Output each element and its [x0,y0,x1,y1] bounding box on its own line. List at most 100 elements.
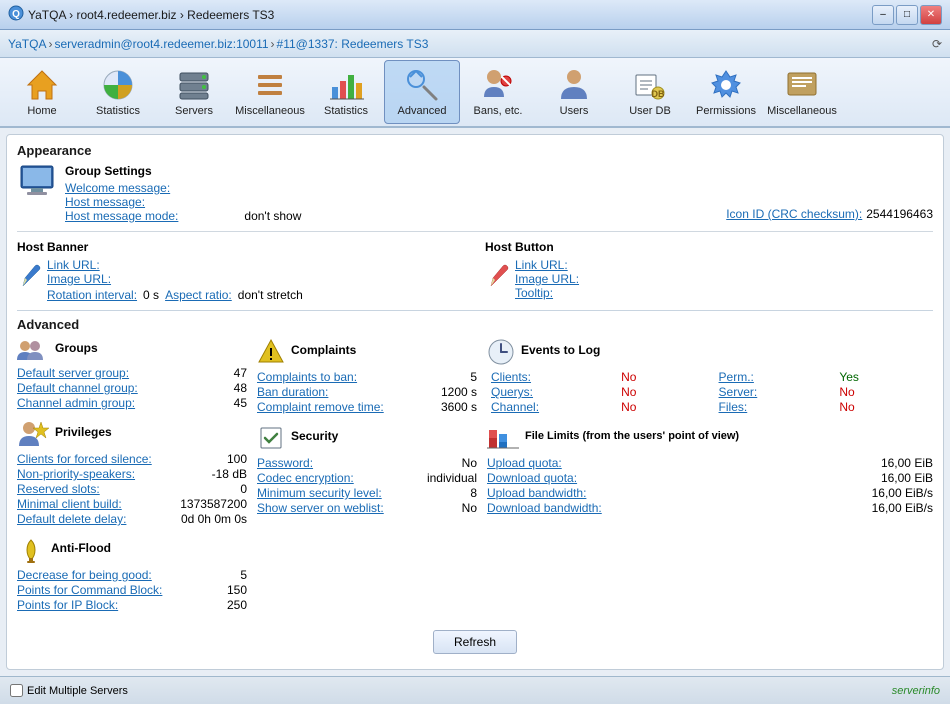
download-bandwidth-link[interactable]: Download bandwidth: [487,501,868,515]
show-weblist-val: No [417,501,477,515]
default-channel-group-link[interactable]: Default channel group: [17,381,183,395]
perm-label[interactable]: Perm.: [719,370,832,384]
file-limits-icon [487,424,519,452]
ban-duration-link[interactable]: Ban duration: [257,385,413,399]
show-weblist-row: Show server on weblist: No [257,501,477,515]
banner-image-url[interactable]: Image URL: [47,272,303,286]
home-label: Home [27,105,56,118]
upload-bandwidth-val: 16,00 EiB/s [872,486,933,500]
min-security-val: 8 [417,486,477,500]
toolbar-misc1[interactable]: Miscellaneous [232,60,308,124]
host-message-mode-link[interactable]: Host message mode: [65,209,178,223]
toolbar-userdb[interactable]: DB User DB [612,60,688,124]
server-label[interactable]: Server: [719,385,832,399]
non-priority-link[interactable]: Non-priority-speakers: [17,467,183,481]
ip-block-row: Points for IP Block: 250 [17,598,247,612]
min-security-link[interactable]: Minimum security level: [257,486,413,500]
cmd-block-link[interactable]: Points for Command Block: [17,583,183,597]
password-row: Password: No [257,456,477,470]
addr-channel[interactable]: #11@1337: Redeemers TS3 [277,37,429,51]
delete-delay-val: 0d 0h 0m 0s [181,512,247,526]
hbtn-link-url[interactable]: Link URL: [515,258,579,272]
codec-enc-link[interactable]: Codec encryption: [257,471,413,485]
minimize-button[interactable]: – [872,5,894,25]
privileges-title: Privileges [55,425,112,439]
forced-silence-link[interactable]: Clients for forced silence: [17,452,183,466]
upload-bandwidth-link[interactable]: Upload bandwidth: [487,486,868,500]
channel-admin-group-link[interactable]: Channel admin group: [17,396,183,410]
minimal-build-row: Minimal client build: 1373587200 [17,497,247,511]
delete-delay-link[interactable]: Default delete delay: [17,512,177,526]
querys-label[interactable]: Querys: [491,385,613,399]
reserved-slots-link[interactable]: Reserved slots: [17,482,183,496]
refresh-button[interactable]: Refresh [433,630,517,654]
minimal-build-link[interactable]: Minimal client build: [17,497,176,511]
banner-pen-icon [17,258,41,297]
welcome-message-link[interactable]: Welcome message: [65,181,301,195]
non-priority-row: Non-priority-speakers: -18 dB [17,467,247,481]
default-server-group-row: Default server group: 47 [17,366,247,380]
complaints-section: Complaints Complaints to ban: 5 Ban dura… [257,338,477,414]
toolbar-bans[interactable]: Bans, etc. [460,60,536,124]
privileges-section: Privileges Clients for forced silence: 1… [17,420,247,526]
channel-admin-group-val: 45 [187,396,247,410]
icon-id-value: 2544196463 [866,207,933,221]
aspect-ratio-link[interactable]: Aspect ratio: [165,288,232,302]
rotation-interval-link[interactable]: Rotation interval: [47,288,137,302]
toolbar-home[interactable]: Home [4,60,80,124]
complaints-title: Complaints [291,343,356,357]
show-weblist-link[interactable]: Show server on weblist: [257,501,413,515]
hbtn-image-url[interactable]: Image URL: [515,272,579,286]
serverinfo-text: serverinfo [892,685,940,697]
complaint-remove-link[interactable]: Complaint remove time: [257,400,413,414]
host-message-link[interactable]: Host message: [65,195,301,209]
host-banner-col: Host Banner Link URL: Image URL: Rotatio… [17,240,465,302]
addr-server[interactable]: serveradmin@root4.redeemer.biz:10011 [54,37,268,51]
cmd-block-row: Points for Command Block: 150 [17,583,247,597]
toolbar-servers[interactable]: Servers [156,60,232,124]
decrease-good-link[interactable]: Decrease for being good: [17,568,183,582]
hbtn-tooltip[interactable]: Tooltip: [515,286,579,300]
codec-enc-val: individual [417,471,477,485]
banner-link-url[interactable]: Link URL: [47,258,303,272]
server-val: No [839,385,933,399]
toolbar-advanced[interactable]: Advanced [384,60,460,124]
download-quota-link[interactable]: Download quota: [487,471,869,485]
codec-enc-row: Codec encryption: individual [257,471,477,485]
address-bar: YaTQA › serveradmin@root4.redeemer.biz:1… [0,30,950,58]
window-title: YaTQA › root4.redeemer.biz › Redeemers T… [28,8,872,22]
stats2-label: Statistics [324,105,368,118]
complaint-remove-row: Complaint remove time: 3600 s [257,400,477,414]
events-title: Events to Log [521,343,600,357]
content-panel: Appearance Group Settings Welcome messag… [6,134,944,670]
upload-quota-val: 16,00 EiB [873,456,933,470]
bans-label: Bans, etc. [474,105,523,118]
addr-yatqa[interactable]: YaTQA [8,37,46,51]
toolbar-statistics2[interactable]: Statistics [308,60,384,124]
toolbar-permissions[interactable]: Permissions [688,60,764,124]
complaints-ban-link[interactable]: Complaints to ban: [257,370,413,384]
minimal-build-val: 1373587200 [180,497,247,511]
icon-id-label[interactable]: Icon ID (CRC checksum): [726,207,862,221]
download-bandwidth-row: Download bandwidth: 16,00 EiB/s [487,501,933,515]
toolbar-misc2[interactable]: Miscellaneous [764,60,840,124]
cmd-block-val: 150 [187,583,247,597]
edit-multiple-label: Edit Multiple Servers [27,685,128,697]
maximize-button[interactable]: □ [896,5,918,25]
mode-value: don't show [244,209,301,223]
files-label[interactable]: Files: [719,400,832,414]
close-button[interactable]: ✕ [920,5,942,25]
default-server-group-link[interactable]: Default server group: [17,366,183,380]
toolbar-statistics1[interactable]: Statistics [80,60,156,124]
forced-silence-row: Clients for forced silence: 100 [17,452,247,466]
events-icon [487,338,515,366]
password-link[interactable]: Password: [257,456,413,470]
ip-block-link[interactable]: Points for IP Block: [17,598,183,612]
upload-quota-link[interactable]: Upload quota: [487,456,869,470]
toolbar-users[interactable]: Users [536,60,612,124]
clients-label[interactable]: Clients: [491,370,613,384]
delete-delay-row: Default delete delay: 0d 0h 0m 0s [17,512,247,526]
window-controls: – □ ✕ [872,5,942,25]
edit-multiple-checkbox[interactable] [10,684,23,697]
channel-label[interactable]: Channel: [491,400,613,414]
